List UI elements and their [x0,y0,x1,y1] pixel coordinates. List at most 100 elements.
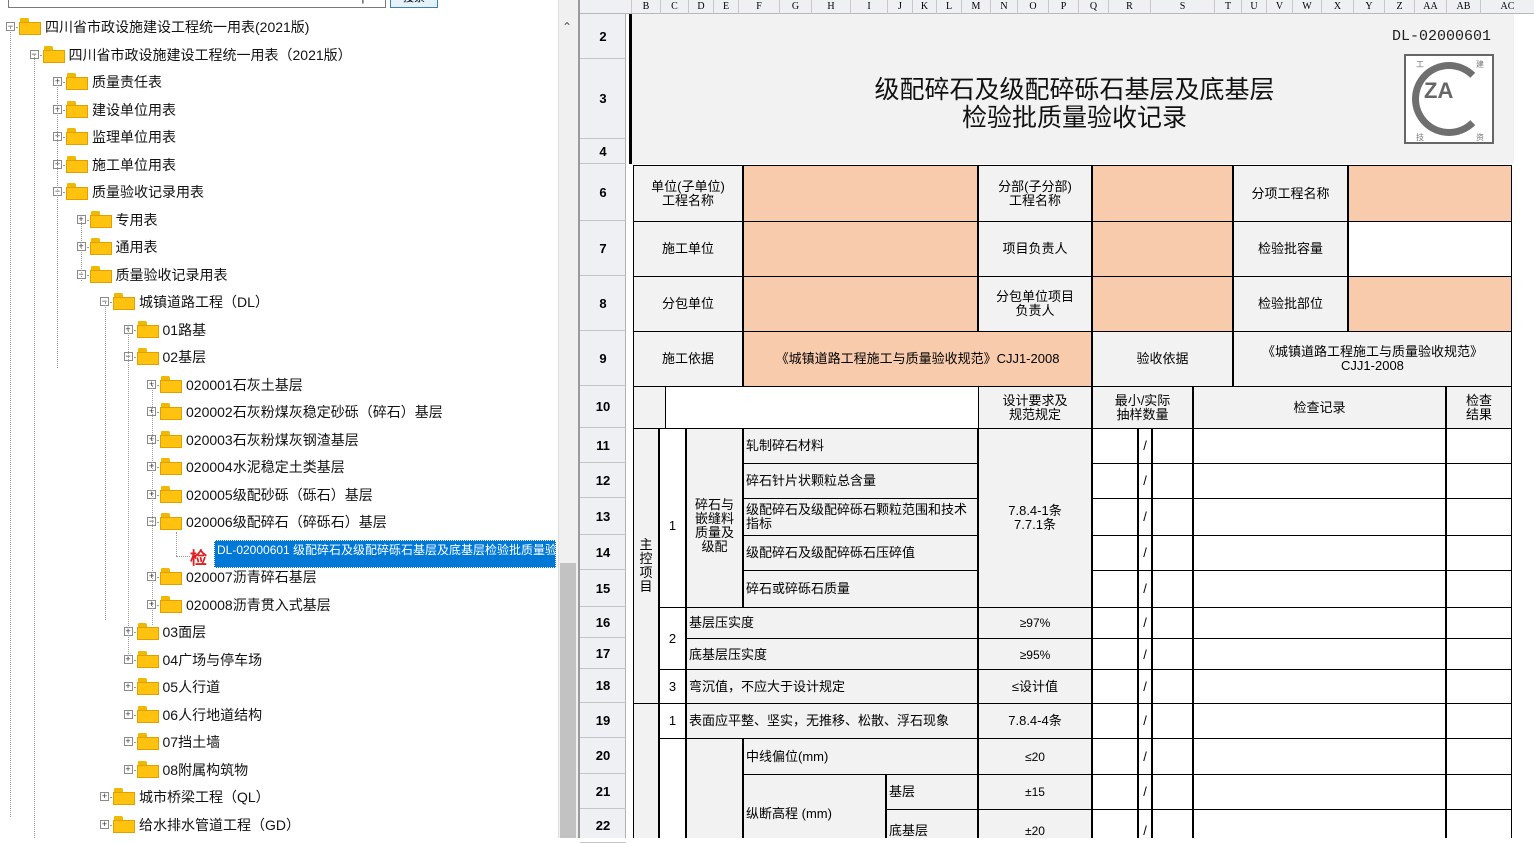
row-label[interactable]: 19 [580,703,626,738]
min-sample[interactable] [1092,498,1138,536]
row-label[interactable]: 11 [580,428,626,463]
row-label[interactable]: 17 [580,638,626,669]
tree-node[interactable]: + 建设单位用表 [53,99,553,121]
tree-node[interactable]: − 四川省市政设施建设工程统一用表（2021版） [29,44,530,66]
row-label[interactable]: 16 [580,607,626,638]
column-label[interactable]: Y [1353,0,1384,14]
tree-node[interactable]: +020001石灰土基层 [147,374,578,396]
check-input[interactable] [1092,669,1138,704]
check-input[interactable] [1446,669,1512,704]
tree-node[interactable]: + 给水排水管道工程（GD） [100,814,578,836]
tree-node[interactable]: +05人行道 [123,676,579,698]
column-label[interactable]: I [850,0,887,14]
tree-node[interactable]: − 质量验收记录用表 [53,181,553,203]
tree-node[interactable]: +020007沥青碎石基层 [147,566,578,588]
input-batch-capacity[interactable] [1348,221,1512,277]
column-label[interactable]: N [990,0,1017,14]
row-label[interactable]: 2 [580,14,626,59]
column-label[interactable]: B [631,0,660,14]
column-label[interactable]: D [688,0,713,14]
column-label[interactable]: K [912,0,936,14]
basis-value[interactable]: 《城镇道路工程施工与质量验收规范》CJJ1-2008 [743,331,1092,387]
column-label[interactable]: H [811,0,850,14]
expand-icon[interactable]: + [100,820,109,829]
tree-node[interactable]: + 专用表 [76,209,577,231]
input-project-lead[interactable] [1092,221,1233,277]
check-input[interactable] [1152,738,1193,775]
check-result[interactable] [1446,570,1512,608]
expand-icon[interactable]: + [100,792,109,801]
scroll-up-icon[interactable]: ⌃ [560,20,574,34]
min-sample[interactable] [1092,570,1138,608]
min-sample[interactable] [1092,607,1138,639]
tree-node[interactable]: +08附属构筑物 [123,759,579,781]
column-label[interactable]: S [1150,0,1214,14]
expand-icon[interactable]: + [123,682,133,691]
tree-node[interactable]: + 通用表 [76,236,577,258]
row-label[interactable]: 8 [580,276,626,331]
column-label[interactable]: E [713,0,738,14]
column-label[interactable]: Z [1384,0,1414,14]
actual-sample[interactable] [1152,638,1193,671]
check-input[interactable] [1193,738,1446,775]
input-sub-lead[interactable] [1092,276,1233,332]
check-input[interactable] [1152,669,1193,704]
check-record[interactable] [1193,498,1446,536]
check-record[interactable] [1193,570,1446,608]
expand-icon[interactable]: + [123,765,133,774]
check-input[interactable] [1193,809,1446,838]
actual-sample[interactable] [1152,570,1193,608]
column-label[interactable]: O [1017,0,1048,14]
input-subcontractor[interactable] [743,276,978,332]
check-input[interactable] [1193,774,1446,810]
row-label[interactable]: 18 [580,669,626,703]
row-label[interactable]: 10 [580,386,626,428]
row-label[interactable]: 20 [580,738,626,774]
min-sample[interactable] [1092,638,1138,671]
input-batch-part[interactable] [1348,276,1512,332]
actual-sample[interactable] [1152,498,1193,536]
tree-node[interactable]: +07挡土墙 [123,731,579,753]
column-label[interactable]: J [887,0,912,14]
column-label[interactable]: G [779,0,811,14]
tree-node[interactable]: + 施工单位用表 [53,154,553,176]
actual-sample[interactable] [1152,607,1193,639]
tree-node[interactable]: +020008沥青贯入式基层 [147,594,578,616]
tree-item-selected[interactable]: DL-02000601 级配碎石及级配碎砾石基层及底基层检验批质量验收记录 [214,540,556,568]
check-input[interactable] [1092,774,1138,810]
column-label[interactable]: AB [1446,0,1480,14]
tree-node[interactable]: +020004水泥稳定土类基层 [147,456,578,478]
tree-node[interactable]: − 质量验收记录用表 [76,264,577,286]
column-label[interactable]: L [936,0,961,14]
column-label[interactable]: X [1321,0,1353,14]
column-label[interactable]: AA [1414,0,1446,14]
tree-node[interactable]: +020005级配砂砾（砾石）基层 [147,484,578,506]
actual-sample[interactable] [1152,463,1193,499]
check-input[interactable] [1152,809,1193,838]
row-label[interactable]: 9 [580,331,626,386]
row-label[interactable]: 12 [580,463,626,498]
check-result[interactable] [1446,463,1512,499]
check-input[interactable] [1446,703,1512,739]
scrollbar-thumb[interactable] [560,563,576,838]
tree-node[interactable]: +06人行地道结构 [123,704,579,726]
column-label[interactable]: P [1048,0,1078,14]
tree-node[interactable]: −020006级配碎石（碎砾石）基层 [147,511,578,533]
input-item-name[interactable] [1348,165,1512,222]
column-label[interactable]: W [1292,0,1321,14]
tree-node[interactable]: +01路基 [123,319,579,341]
check-input[interactable] [1193,703,1446,739]
actual-sample[interactable] [1152,428,1193,464]
check-input[interactable] [1446,738,1512,775]
check-input[interactable] [1446,809,1512,838]
min-sample[interactable] [1092,428,1138,464]
row-label[interactable]: 7 [580,221,626,276]
column-label[interactable]: V [1266,0,1292,14]
check-input[interactable] [1193,669,1446,704]
column-label[interactable]: Q [1078,0,1108,14]
check-record[interactable] [1193,607,1446,639]
expand-icon[interactable]: + [123,737,133,746]
min-sample[interactable] [1092,535,1138,571]
column-label[interactable]: M [961,0,990,14]
check-record[interactable] [1193,463,1446,499]
